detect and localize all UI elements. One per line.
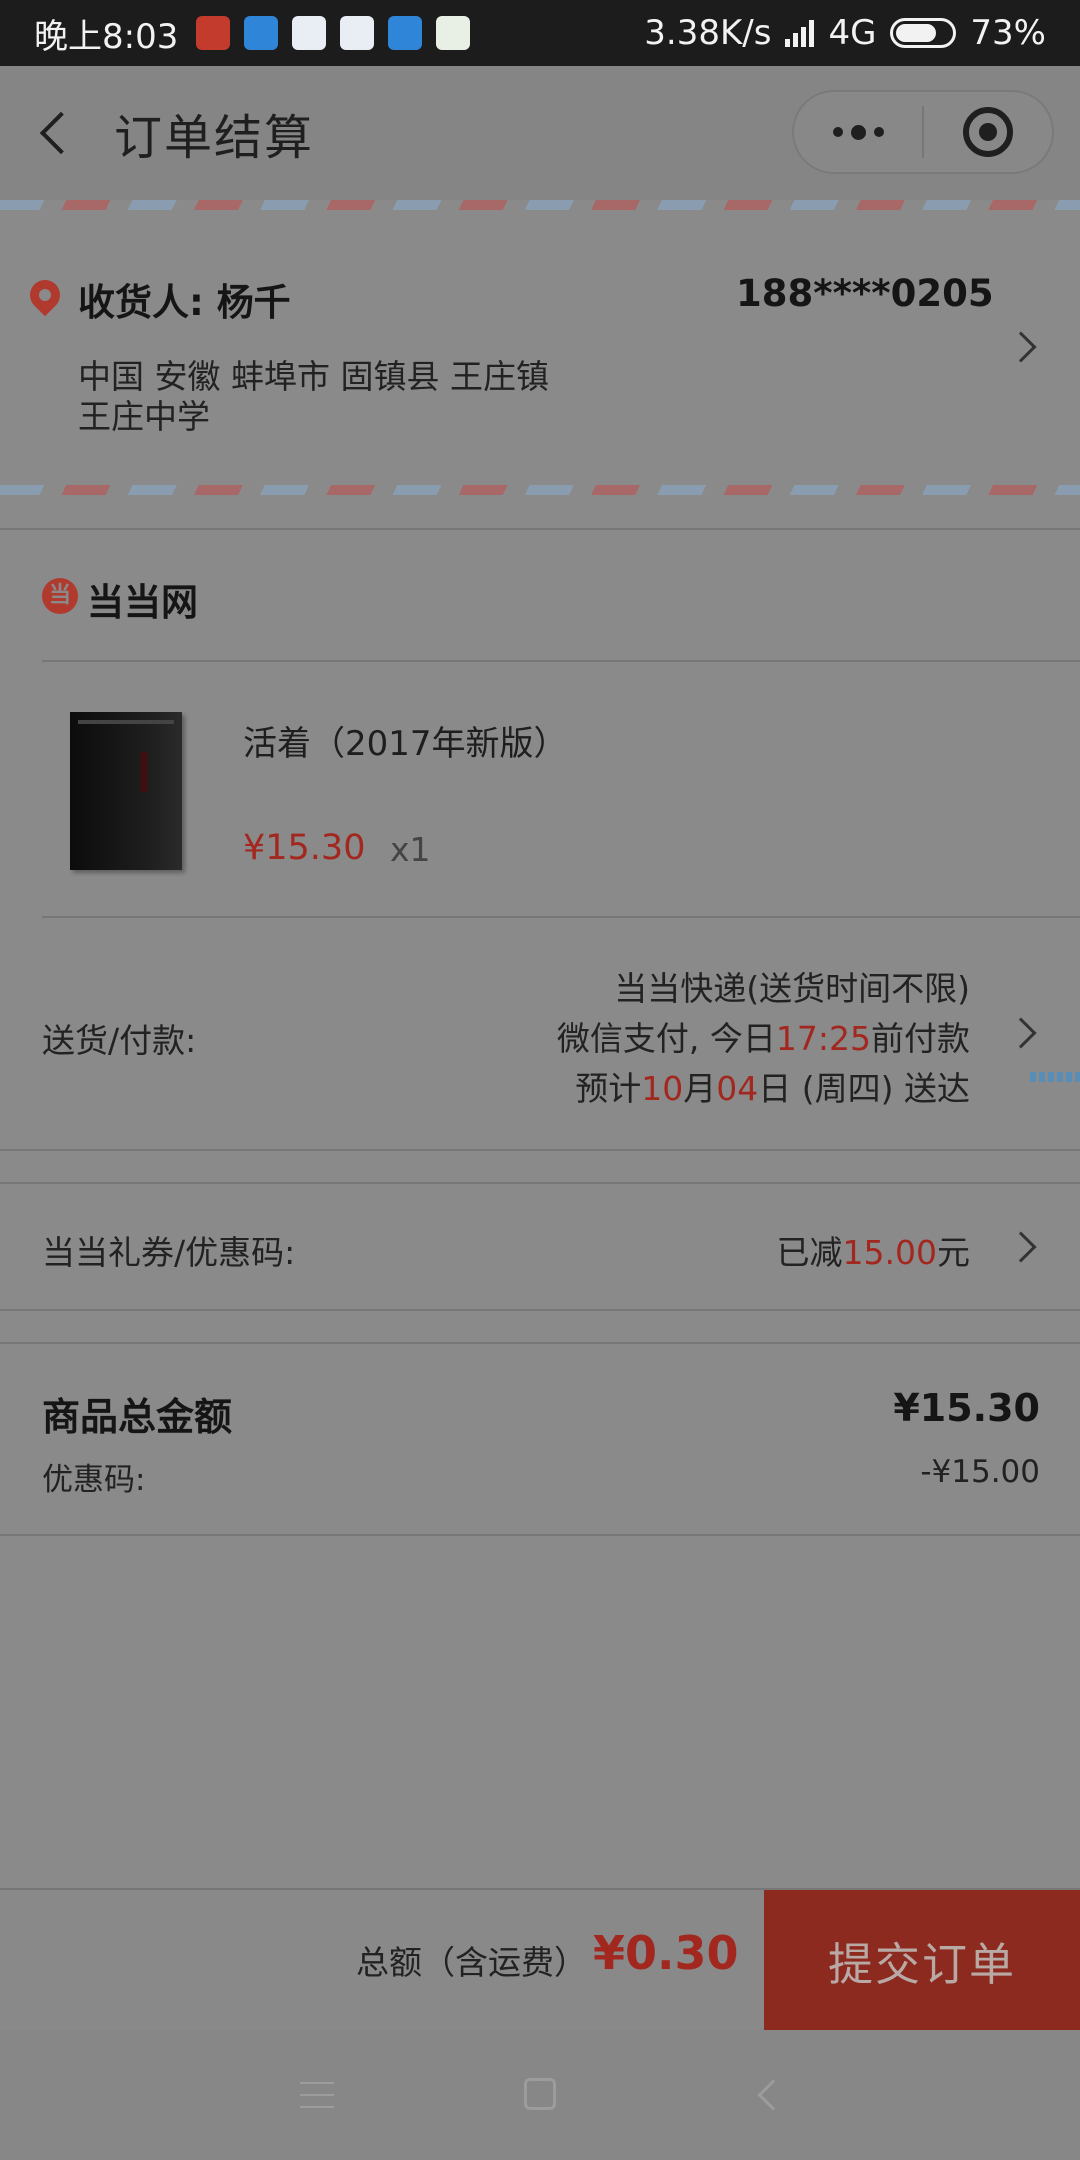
home-icon[interactable] (524, 2078, 556, 2110)
status-time: 晚上8:03 (34, 16, 179, 57)
divider (0, 528, 1080, 530)
divider (0, 1342, 1080, 1344)
coupon-value: 已减15.00元 (776, 1233, 970, 1272)
dangdang-logo-icon: 当 (42, 578, 78, 614)
side-marker (1030, 1072, 1080, 1082)
menu-icon[interactable] (300, 2082, 334, 2108)
recipient-phone: 188****0205 (736, 272, 994, 315)
checkout-bar: 总额（含运费） ¥0.30 提交订单 (0, 1888, 1080, 2030)
close-mini-program-button[interactable] (924, 107, 1052, 157)
shop-app-icon (436, 16, 471, 50)
payment-deadline: 微信支付, 今日17:25前付款 (556, 1019, 970, 1058)
mini-program-capsule (792, 90, 1054, 174)
submit-order-button[interactable]: 提交订单 (764, 1890, 1080, 2030)
recipient-label: 收货人: (78, 281, 204, 324)
chevron-right-icon (1005, 331, 1037, 363)
divider (0, 1534, 1080, 1536)
page-title: 订单结算 (114, 110, 315, 166)
subtotal-value: ¥15.30 (893, 1386, 1040, 1430)
network-type: 4G (828, 13, 877, 53)
delivery-day: 04 (716, 1069, 759, 1108)
signal-icon (785, 19, 815, 47)
delivery-method: 当当快递(送货时间不限) (614, 969, 970, 1008)
divider (0, 1149, 1080, 1151)
message-app-icon (388, 16, 423, 50)
delivery-label: 送货/付款: (42, 1021, 197, 1060)
delivery-month: 10 (641, 1069, 684, 1108)
battery-percent: 73% (970, 13, 1046, 53)
coupon-label: 当当礼券/优惠码: (42, 1233, 296, 1272)
airmail-border-top (0, 200, 1080, 210)
airmail-border-bottom (0, 485, 1080, 495)
dot-icon (873, 127, 884, 137)
back-arrow-icon[interactable] (39, 111, 83, 155)
recipient-name: 杨千 (216, 281, 291, 324)
notification-icons (196, 16, 471, 50)
network-speed: 3.38K/s (644, 13, 772, 53)
subtotal-label: 商品总金额 (42, 1395, 233, 1439)
coupon-amount: 15.00 (842, 1233, 937, 1272)
grand-total-value: ¥0.30 (593, 1926, 739, 1980)
qq-app-icon (292, 16, 327, 50)
divider (42, 916, 1080, 918)
system-back-icon[interactable] (757, 2079, 789, 2111)
divider (42, 660, 1080, 662)
discount-value: -¥15.00 (920, 1454, 1040, 1490)
chevron-right-icon (1005, 1017, 1037, 1049)
system-navigation-bar (0, 2030, 1080, 2160)
qq-app-icon (340, 16, 375, 50)
status-bar: 晚上8:03 3.38K/s 4G 73% (0, 0, 1080, 66)
nav-bar: 订单结算 (0, 66, 1080, 200)
chevron-right-icon (1005, 1231, 1037, 1263)
dot-icon (832, 127, 843, 137)
battery-fill (896, 24, 936, 42)
book-cover-image (70, 712, 182, 870)
status-right: 3.38K/s 4G 73% (644, 13, 1046, 53)
dot-icon (850, 124, 866, 140)
shipping-address-card[interactable]: 收货人: 杨千 188****0205 中国 安徽 蚌埠市 固镇县 王庄镇 王庄… (0, 210, 1080, 485)
message-app-icon (244, 16, 279, 50)
target-icon (962, 107, 1013, 157)
more-button[interactable] (794, 124, 922, 140)
product-title: 活着（2017年新版） (243, 724, 568, 764)
location-pin-icon (23, 273, 67, 317)
payment-deadline-time: 17:25 (775, 1019, 871, 1058)
product-quantity: x1 (390, 830, 431, 869)
gift-app-icon (196, 16, 231, 50)
divider (0, 1182, 1080, 1184)
address-line-2: 王庄中学 (78, 397, 210, 436)
discount-label: 优惠码: (42, 1462, 146, 1498)
divider (0, 1309, 1080, 1311)
product-price: ¥15.30 (243, 828, 366, 868)
grand-total-label: 总额（含运费） (356, 1943, 587, 1982)
battery-icon (890, 18, 957, 48)
store-name: 当当网 (87, 581, 198, 624)
estimated-delivery: 预计10月04日 (周四) 送达 (575, 1069, 970, 1108)
recipient: 收货人: 杨千 (78, 272, 291, 326)
